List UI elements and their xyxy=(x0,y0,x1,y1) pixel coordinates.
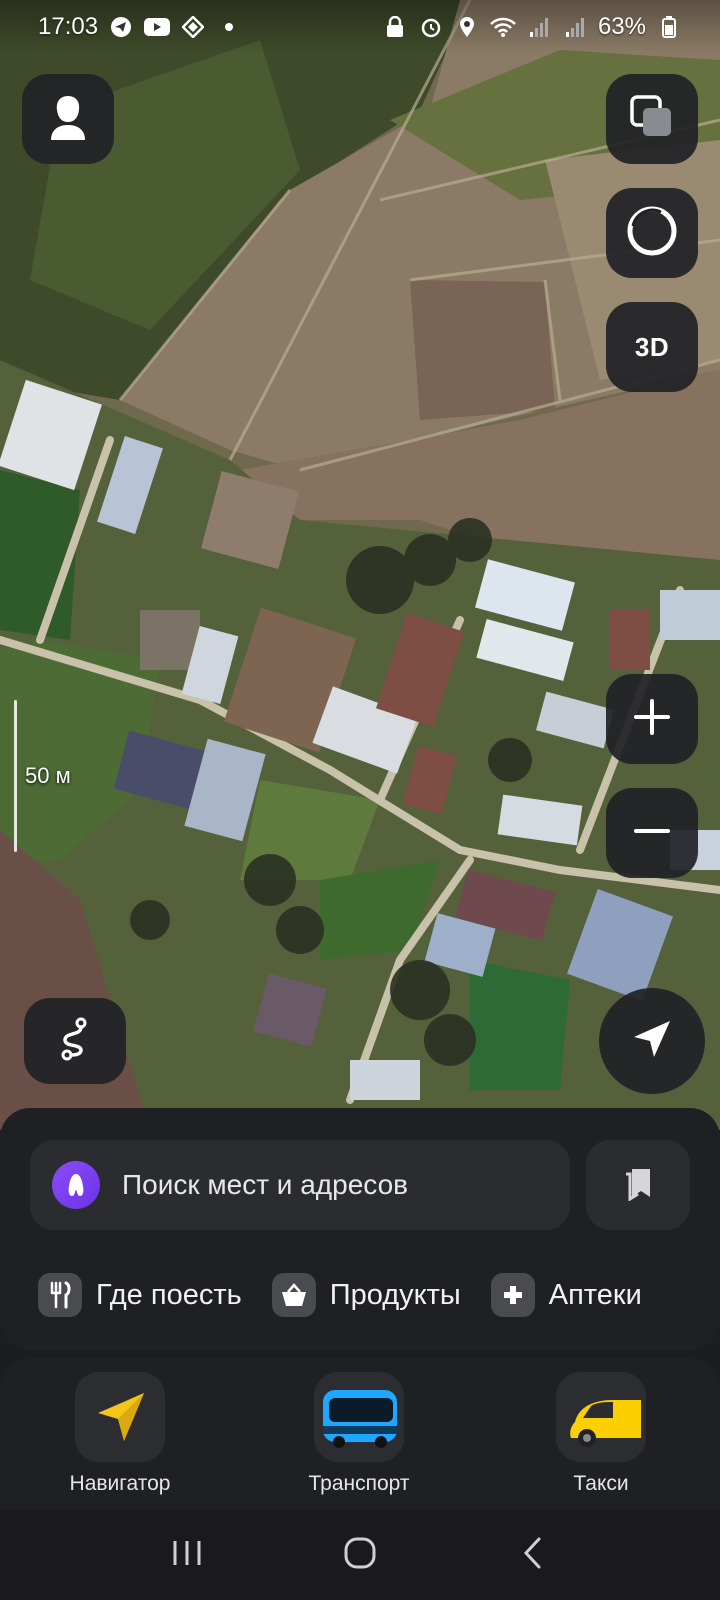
navigator-arrow-icon xyxy=(75,1372,165,1462)
status-bar: 17:03 63% xyxy=(0,0,720,54)
satellite-imagery xyxy=(0,0,720,1130)
app-transport[interactable]: Транспорт xyxy=(284,1372,434,1496)
back-button[interactable] xyxy=(503,1525,563,1585)
system-navigation-bar xyxy=(0,1510,720,1600)
services-row: Навигатор Транспорт Такси xyxy=(0,1358,720,1510)
back-icon xyxy=(521,1536,545,1575)
basket-icon xyxy=(271,1273,316,1317)
chip-label: Где поесть xyxy=(96,1278,242,1311)
route-button[interactable] xyxy=(24,998,126,1084)
scale-bar xyxy=(14,700,17,852)
fork-knife-icon xyxy=(38,1273,82,1317)
battery-icon xyxy=(656,14,682,40)
recent-apps-button[interactable] xyxy=(157,1525,217,1585)
app-label: Такси xyxy=(573,1472,629,1495)
bus-icon xyxy=(314,1372,404,1462)
bookmarks-button[interactable] xyxy=(586,1140,690,1230)
alarm-icon xyxy=(418,14,444,40)
chip-label: Продукты xyxy=(329,1278,461,1311)
map-scale: 50 м xyxy=(14,700,71,852)
app-label: Транспорт xyxy=(308,1472,410,1495)
home-icon xyxy=(343,1536,377,1575)
location-arrow-icon xyxy=(630,1017,674,1066)
scale-label: 50 м xyxy=(25,763,71,788)
recent-apps-icon xyxy=(170,1538,204,1573)
map-layers-button[interactable] xyxy=(606,74,698,164)
route-icon xyxy=(55,1016,95,1067)
chip-groceries[interactable]: Продукты xyxy=(271,1273,461,1317)
battery-percent: 63% xyxy=(597,13,646,40)
zoom-in-button[interactable] xyxy=(606,674,698,764)
profile-button[interactable] xyxy=(22,74,114,164)
youtube-icon xyxy=(144,14,171,40)
app-label: Навигатор xyxy=(69,1472,171,1495)
pharmacy-cross-icon xyxy=(490,1273,535,1317)
chip-where-to-eat[interactable]: Где поесть xyxy=(38,1273,242,1317)
telegram-icon xyxy=(108,14,134,40)
status-time: 17:03 xyxy=(38,13,99,40)
signal-icon xyxy=(562,14,588,40)
app-taxi[interactable]: Такси xyxy=(526,1372,676,1496)
zoom-out-button[interactable] xyxy=(606,788,698,878)
bookmarks-icon xyxy=(620,1165,656,1206)
taxi-car-icon xyxy=(556,1372,646,1462)
satellite-map[interactable] xyxy=(0,0,720,1130)
minus-icon xyxy=(632,811,672,856)
signal-icon xyxy=(526,14,552,40)
bottom-sheet: Поиск мест и адресов Где поесть Продукты… xyxy=(0,1108,720,1350)
alice-orb-button[interactable] xyxy=(606,188,698,278)
app-navigator[interactable]: Навигатор xyxy=(45,1372,195,1496)
plus-icon xyxy=(632,697,672,742)
alice-icon[interactable] xyxy=(52,1161,100,1209)
avatar-icon xyxy=(48,94,88,145)
wifi-icon xyxy=(490,14,516,40)
home-button[interactable] xyxy=(330,1525,390,1585)
search-input[interactable]: Поиск мест и адресов xyxy=(30,1140,570,1230)
search-placeholder: Поиск мест и адресов xyxy=(122,1169,409,1200)
my-location-button[interactable] xyxy=(599,988,705,1094)
chip-pharmacies[interactable]: Аптеки xyxy=(490,1273,642,1317)
orb-icon xyxy=(625,204,679,263)
chip-label: Аптеки xyxy=(548,1278,642,1311)
vpn-icon xyxy=(180,14,206,40)
location-icon xyxy=(454,14,480,40)
dot-icon xyxy=(216,14,242,40)
layers-icon xyxy=(628,93,676,146)
lock-icon xyxy=(382,14,408,40)
category-chips: Где поесть Продукты Аптеки xyxy=(38,1260,698,1330)
3d-mode-button[interactable]: 3D xyxy=(606,302,698,392)
